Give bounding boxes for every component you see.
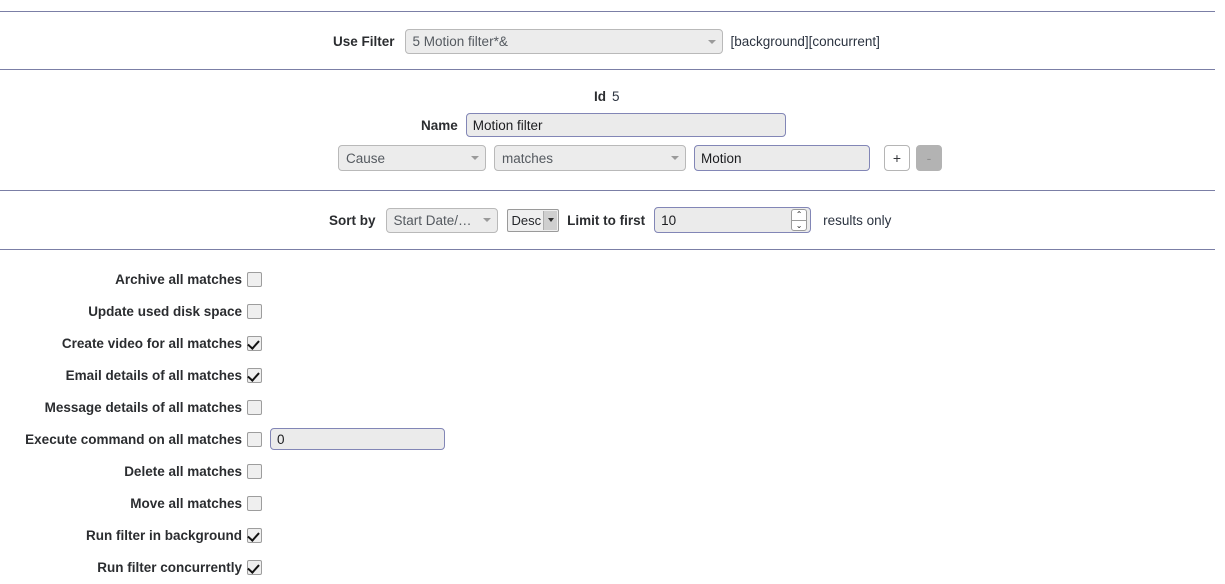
action-row-run-in-background: Run filter in background [0,519,1225,551]
limit-input[interactable] [654,207,812,233]
action-label: Update used disk space [88,303,242,319]
use-filter-select[interactable]: 5 Motion filter*& [404,29,723,54]
actions-list: Archive all matches Update used disk spa… [0,263,1225,583]
action-row-archive-all-matches: Archive all matches [0,263,1225,295]
email-details-of-all-matches-checkbox[interactable] [247,367,262,383]
condition-field-value: Cause [346,150,386,166]
execute-command-input[interactable] [270,428,445,450]
limit-spinner[interactable]: ⌃ ⌄ [791,209,808,231]
filter-id-value: 5 [612,89,620,104]
execute-command-on-all-matches-checkbox[interactable] [247,431,262,447]
chevron-down-icon [707,39,716,44]
delete-all-matches-checkbox[interactable] [247,463,262,479]
sort-field-select[interactable]: Start Date/T… [385,207,498,233]
action-label: Run filter in background [85,527,242,543]
action-label: Execute command on all matches [25,431,242,447]
add-condition-button[interactable]: + [884,145,910,171]
action-label: Run filter concurrently [97,559,242,575]
filter-editor-page: Use Filter 5 Motion filter*& [background… [0,0,1225,584]
filter-id-label: Id [594,89,606,104]
divider-below-filter-bar [0,69,1215,70]
chevron-down-icon [543,210,558,230]
divider-below-condition [0,190,1215,191]
spinner-up-icon[interactable]: ⌃ [791,209,808,220]
limit-label: Limit to first [567,212,646,228]
use-filter-select-value: 5 Motion filter*& [412,34,508,49]
use-filter-row: Use Filter 5 Motion filter*& [background… [333,29,880,54]
action-row-update-used-disk-space: Update used disk space [0,295,1225,327]
action-label: Message details of all matches [44,399,242,415]
sort-direction-value: Desc [511,212,542,228]
action-row-message-details: Message details of all matches [0,391,1225,423]
spinner-down-icon[interactable]: ⌄ [791,220,808,231]
action-label: Archive all matches [115,271,242,287]
condition-row: Cause matches + - [338,145,942,171]
action-row-create-video: Create video for all matches [0,327,1225,359]
message-details-of-all-matches-checkbox[interactable] [247,399,262,415]
divider-below-sort [0,249,1215,250]
condition-value-input[interactable] [694,145,870,171]
action-row-move-all-matches: Move all matches [0,487,1225,519]
action-label: Delete all matches [124,463,242,479]
chevron-down-icon [471,156,479,160]
archive-all-matches-checkbox[interactable] [247,271,262,287]
action-label: Email details of all matches [65,367,242,383]
action-row-execute-command: Execute command on all matches [0,423,1225,455]
sort-by-label: Sort by [329,212,376,228]
action-row-run-concurrently: Run filter concurrently [0,551,1225,583]
sort-direction-select[interactable]: Desc [506,208,560,232]
create-video-for-all-matches-checkbox[interactable] [247,335,262,351]
remove-condition-button: - [916,145,942,171]
filter-name-label: Name [421,117,458,133]
filter-name-row: Name [421,113,786,137]
filter-name-input[interactable] [465,113,786,137]
condition-operator-value: matches [502,150,554,166]
sort-field-value: Start Date/T… [393,212,477,228]
filter-id-row: Id 5 [594,88,620,105]
divider-top [0,11,1215,12]
action-row-email-details: Email details of all matches [0,359,1225,391]
chevron-down-icon [482,218,491,222]
results-only-label: results only [823,212,892,228]
action-label: Create video for all matches [61,335,242,351]
action-label: Move all matches [130,495,242,511]
run-filter-in-background-checkbox[interactable] [247,527,262,543]
condition-field-select[interactable]: Cause [338,145,486,171]
use-filter-label: Use Filter [333,34,395,49]
sort-row: Sort by Start Date/T… Desc Limit to firs… [329,207,891,233]
filter-flags-text: [background][concurrent] [730,34,880,49]
condition-operator-select[interactable]: matches [494,145,686,171]
run-filter-concurrently-checkbox[interactable] [247,559,262,575]
action-row-delete-all-matches: Delete all matches [0,455,1225,487]
move-all-matches-checkbox[interactable] [247,495,262,511]
chevron-down-icon [671,156,679,160]
limit-field-wrapper: ⌃ ⌄ [654,207,812,233]
update-used-disk-space-checkbox[interactable] [247,303,262,319]
